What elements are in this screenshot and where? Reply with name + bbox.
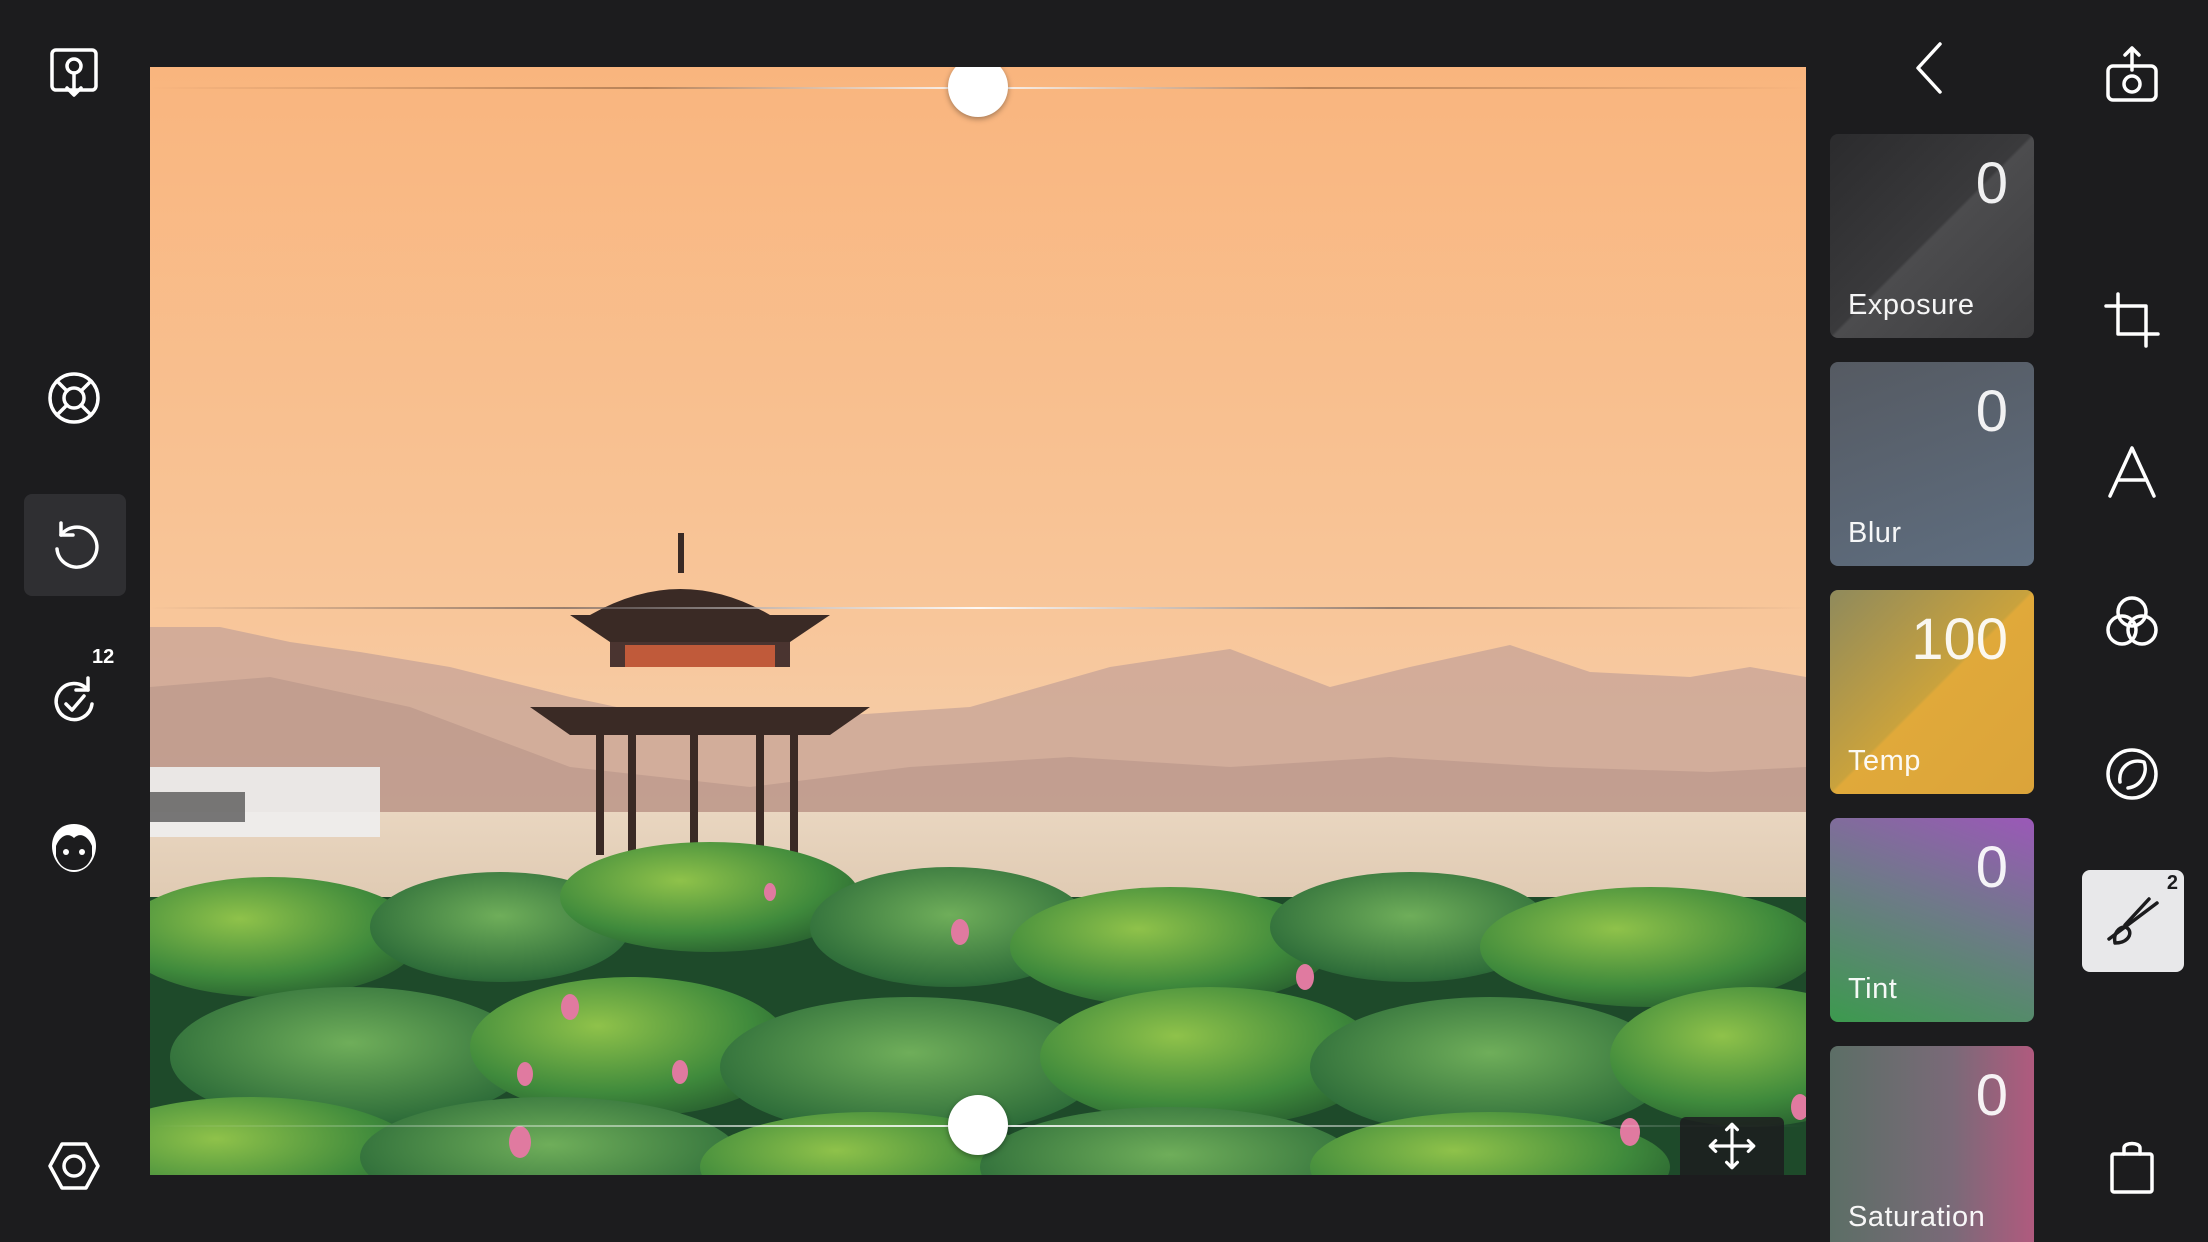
chevron-left-icon: [1916, 42, 1942, 94]
exposure-value: 0: [1975, 151, 2008, 216]
photo-image: [150, 67, 1806, 1175]
undo-button[interactable]: [24, 494, 126, 596]
temp-value: 100: [1911, 607, 2008, 672]
text-button[interactable]: [2080, 420, 2184, 524]
adjustment-card-tint[interactable]: 0 Tint: [1830, 818, 2034, 1022]
move-arrows-icon: [1708, 1122, 1756, 1170]
brush-strike-icon: [2107, 897, 2159, 945]
tint-label: Tint: [1848, 973, 1898, 1005]
hexagon-settings-icon: [48, 1142, 100, 1190]
overlap-circles-icon: [2106, 596, 2158, 646]
redo-icon: [54, 676, 94, 722]
saturation-label: Saturation: [1848, 1201, 1986, 1233]
face-button[interactable]: [22, 796, 126, 900]
lifebuoy-icon: [48, 372, 100, 424]
undo-icon: [55, 521, 99, 569]
adjustment-card-blur[interactable]: 0 Blur: [1830, 362, 2034, 566]
redo-count-badge: 12: [92, 646, 115, 668]
center-gradient-guide: [150, 607, 1806, 609]
adjustment-card-saturation[interactable]: 0 Saturation: [1830, 1046, 2034, 1242]
photo-canvas[interactable]: [150, 67, 1806, 1175]
share-button[interactable]: [2080, 24, 2184, 128]
crop-button[interactable]: [2080, 268, 2184, 372]
back-button[interactable]: [1880, 16, 1984, 120]
temp-label: Temp: [1848, 745, 1921, 777]
adjustment-card-temp[interactable]: 100 Temp: [1830, 590, 2034, 794]
vignette-button[interactable]: [2080, 722, 2184, 826]
move-button[interactable]: [1680, 1117, 1784, 1175]
crop-icon: [2104, 292, 2160, 348]
store-button[interactable]: [2080, 1114, 2184, 1218]
settings-button[interactable]: [22, 1114, 126, 1218]
saturation-value: 0: [1975, 1063, 2008, 1128]
camera-export-icon: [2106, 46, 2158, 102]
blur-value: 0: [1975, 379, 2008, 444]
exposure-label: Exposure: [1848, 289, 1975, 321]
filters-button[interactable]: [2080, 570, 2184, 674]
face-icon: [52, 824, 96, 872]
bottom-gradient-handle[interactable]: [948, 1095, 1008, 1155]
adjustment-card-exposure[interactable]: 0 Exposure: [1830, 134, 2034, 338]
lifebuoy-button[interactable]: [22, 346, 126, 450]
download-button[interactable]: [22, 22, 126, 126]
brush-button[interactable]: 2: [2082, 870, 2184, 972]
shopping-bag-icon: [2110, 1141, 2154, 1194]
location-download-icon: [50, 48, 98, 97]
brush-count-badge: 2: [2166, 872, 2178, 894]
ring-icon: [2106, 748, 2158, 800]
blur-label: Blur: [1848, 517, 1902, 549]
text-a-icon: [2108, 446, 2156, 498]
tint-value: 0: [1975, 835, 2008, 900]
